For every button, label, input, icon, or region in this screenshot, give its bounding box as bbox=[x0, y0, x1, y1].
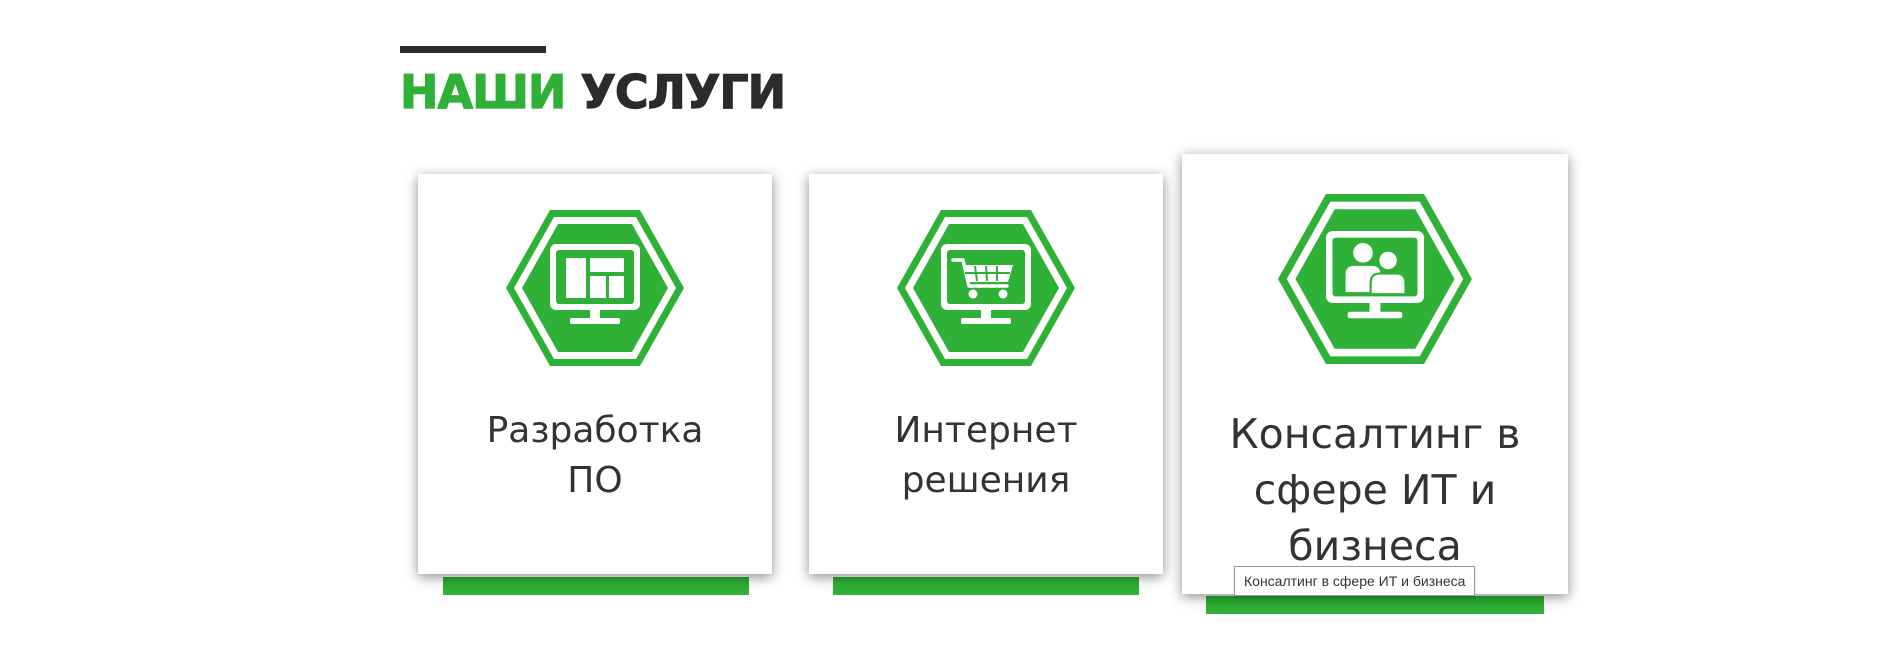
it-monitor-icon bbox=[506, 210, 684, 366]
card-underline bbox=[443, 577, 749, 595]
card-underline bbox=[833, 577, 1139, 595]
service-card-label: Разработка ПО bbox=[486, 410, 704, 501]
service-card-label: Интернет решения bbox=[894, 410, 1078, 501]
title-decor-bar bbox=[400, 46, 546, 53]
card-underline bbox=[1206, 596, 1544, 614]
tooltip: Консалтинг в сфере ИТ и бизнеса bbox=[1234, 566, 1476, 596]
service-card-consulting[interactable]: Консалтинг в сфере ИТ и бизнеса bbox=[1182, 154, 1568, 594]
shopping-cart-monitor-icon bbox=[897, 210, 1075, 366]
section-title: НАШИ УСЛУГИ bbox=[399, 62, 787, 122]
services-section: НАШИ УСЛУГИ Разработка ПО Интернет решен… bbox=[0, 0, 1886, 669]
people-monitor-icon bbox=[1278, 194, 1472, 364]
service-card-label: Консалтинг в сфере ИТ и бизнеса bbox=[1229, 410, 1521, 570]
section-title-accent: НАШИ bbox=[399, 64, 567, 119]
service-card-software[interactable]: Разработка ПО bbox=[418, 174, 772, 574]
service-card-internet[interactable]: Интернет решения bbox=[809, 174, 1163, 574]
section-title-main: УСЛУГИ bbox=[580, 64, 787, 119]
